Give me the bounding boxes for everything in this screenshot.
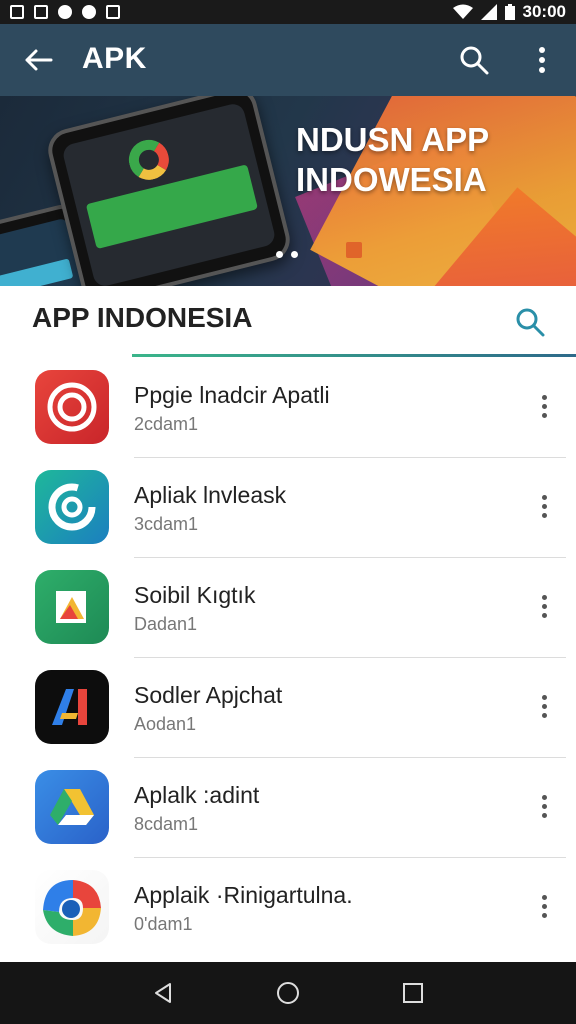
app-name[interactable]: Sodler Apjchat	[134, 682, 282, 709]
banner-headline-line1: NDUSN APP	[296, 121, 490, 158]
status-time: 30:00	[522, 2, 566, 21]
nav-recents-button[interactable]	[393, 973, 433, 1013]
signal-icon	[480, 4, 497, 20]
app-bar-search-button[interactable]	[456, 42, 492, 78]
section-search-button[interactable]	[512, 304, 548, 340]
more-vert-icon	[541, 794, 547, 800]
system-nav-bar	[0, 962, 576, 1024]
banner-page-indicator[interactable]	[276, 251, 298, 258]
app-name[interactable]: Ppgie lnadcir Apatli	[134, 382, 330, 409]
folder-shapes-icon[interactable]	[35, 570, 109, 644]
app-list-item[interactable]: Aplalk :adint 8cdam1	[0, 758, 576, 858]
arrow-left-icon	[25, 49, 53, 71]
banner-headline: NDUSN APP INDOWESIA	[296, 120, 489, 200]
banner-headline-line2: INDOWESIA	[296, 161, 487, 198]
nav-home-button[interactable]	[268, 973, 308, 1013]
circle-icon	[82, 5, 96, 19]
nav-back-icon	[154, 983, 171, 1003]
status-bar: 30:00	[0, 0, 576, 24]
section-divider	[132, 354, 576, 357]
more-vert-icon	[541, 594, 547, 600]
promo-banner[interactable]: NDUSN APP INDOWESIA	[0, 96, 576, 286]
more-vert-icon	[541, 694, 547, 700]
app-name[interactable]: Apliak lnvleask	[134, 482, 286, 509]
section-title: APP INDONESIA	[32, 302, 253, 333]
search-icon	[516, 308, 545, 337]
c-ring-icon[interactable]	[35, 470, 109, 544]
app-more-button[interactable]	[530, 588, 558, 624]
drive-triangle-icon[interactable]	[35, 770, 109, 844]
app-list: Ppgie lnadcir Apatli 2cdam1 Apliak lnvleas…	[0, 358, 576, 958]
search-icon	[460, 46, 489, 75]
app-list-item[interactable]: Ppgie lnadcir Apatli 2cdam1	[0, 358, 576, 458]
banner-accent-shape	[346, 242, 362, 258]
status-left-icons	[10, 5, 120, 19]
nav-recents-icon	[403, 983, 424, 1003]
app-name[interactable]: Applaik ·Rinigartulna.	[134, 882, 353, 909]
notification-icon	[106, 5, 120, 19]
ai-letter-icon[interactable]	[35, 670, 109, 744]
app-bar: APK	[0, 24, 576, 96]
page-dot[interactable]	[276, 251, 283, 258]
app-meta: 0'dam1	[134, 914, 193, 934]
nav-back-button[interactable]	[143, 973, 183, 1013]
message-icon	[34, 5, 48, 19]
more-vert-icon	[541, 394, 547, 400]
app-list-item[interactable]: Sodler Apjchat Aodan1	[0, 658, 576, 758]
app-bar-more-button[interactable]	[526, 42, 558, 78]
app-meta: Aodan1	[134, 714, 197, 734]
app-name[interactable]: Aplalk :adint	[134, 782, 259, 809]
app-meta: 2cdam1	[134, 414, 199, 434]
app-more-button[interactable]	[530, 888, 558, 924]
app-name[interactable]: Soibil Kıgtık	[134, 582, 255, 609]
sync-icon	[58, 5, 72, 19]
nav-home-icon	[276, 982, 299, 1004]
app-list-item[interactable]: Apliak lnvleask 3cdam1	[0, 458, 576, 558]
app-more-button[interactable]	[530, 488, 558, 524]
gallery-icon	[10, 5, 24, 19]
app-more-button[interactable]	[530, 388, 558, 424]
page-dot[interactable]	[291, 251, 298, 258]
target-icon[interactable]	[35, 370, 109, 444]
multicolor-swirl-icon[interactable]	[35, 870, 109, 944]
app-bar-title: APK	[82, 42, 147, 75]
app-list-item[interactable]: Applaik ·Rinigartulna. 0'dam1	[0, 858, 576, 958]
app-more-button[interactable]	[530, 688, 558, 724]
more-vert-icon	[541, 894, 547, 900]
app-more-button[interactable]	[530, 788, 558, 824]
more-vert-icon	[541, 494, 547, 500]
app-list-item[interactable]: Soibil Kıgtık Dadan1	[0, 558, 576, 658]
wifi-icon	[452, 4, 473, 20]
battery-icon	[504, 4, 515, 20]
banner-phone	[43, 96, 295, 286]
more-vert-icon	[539, 47, 545, 73]
app-meta: 8cdam1	[134, 814, 199, 834]
app-meta: 3cdam1	[134, 514, 199, 534]
app-meta: Dadan1	[134, 614, 198, 634]
back-button[interactable]	[20, 42, 56, 78]
status-right: 30:00	[452, 2, 566, 22]
